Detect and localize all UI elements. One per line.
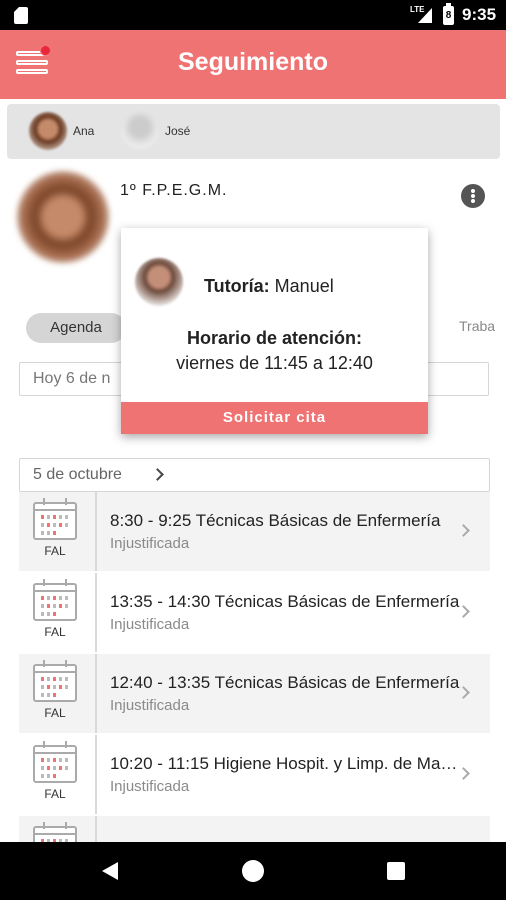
class-name: 1º F.P.E.G.M. — [120, 182, 228, 199]
divider — [95, 492, 97, 571]
list-item[interactable]: FAL 12:40 - 13:35 Técnicas Básicas de En… — [19, 654, 490, 733]
calendar-icon — [33, 660, 77, 702]
request-appointment-button[interactable]: Solicitar cita — [121, 402, 428, 434]
divider — [95, 573, 97, 652]
tutor-line: Tutoría: Manuel — [204, 276, 334, 297]
calendar-icon — [33, 498, 77, 540]
entry-status: Injustificada — [110, 535, 190, 552]
calendar-icon — [33, 822, 77, 842]
entry-tag: FAL — [44, 706, 66, 720]
entry-title: 13:35 - 14:30 Técnicas Básicas de Enferm… — [110, 592, 460, 611]
children-selector: Ana José — [7, 104, 500, 159]
entry-title: 8:30 - 9:25 Técnicas Básicas de Enfermer… — [110, 511, 441, 530]
divider — [95, 654, 97, 733]
divider — [95, 735, 97, 814]
tab-agenda[interactable]: Agenda — [26, 313, 126, 343]
tutor-avatar — [135, 258, 183, 306]
list-item[interactable]: FAL 13:35 - 14:30 Técnicas Básicas de En… — [19, 573, 490, 652]
signal-icon — [418, 8, 432, 23]
avatar — [29, 112, 67, 150]
student-avatar — [17, 171, 109, 263]
system-nav-bar — [0, 842, 506, 900]
home-icon[interactable] — [242, 860, 264, 882]
sim-card-icon — [14, 7, 28, 24]
absence-list: FAL 8:30 - 9:25 Técnicas Básicas de Enfe… — [19, 492, 490, 842]
battery-icon: 8 — [443, 3, 454, 25]
hours-title: Horario de atención: — [186, 328, 363, 348]
entry-status: Injustificada — [110, 697, 190, 714]
list-item[interactable]: FAL 10:20 - 11:15 Higiene Hospit. y Limp… — [19, 735, 490, 814]
more-options-icon[interactable] — [461, 184, 485, 208]
back-icon[interactable] — [102, 862, 118, 880]
status-bar: LTE 8 9:35 — [0, 0, 506, 30]
entry-tag: FAL — [44, 544, 66, 558]
entry-title: 10:20 - 11:15 Higiene Hospit. y Limp. de… — [110, 754, 462, 773]
entry-title: 12:40 - 13:35 Técnicas Básicas de Enferm… — [110, 673, 460, 692]
entry-tag: FAL — [44, 787, 66, 801]
chevron-right-icon — [151, 468, 164, 481]
list-item[interactable] — [19, 816, 490, 842]
day-label: 5 de octubre — [33, 466, 122, 483]
page-title: Seguimiento — [177, 48, 328, 76]
child-name: Ana — [73, 124, 95, 138]
tutor-name: Manuel — [274, 276, 334, 296]
office-hours: viernes de 11:45 a 12:40 — [176, 353, 373, 373]
avatar — [121, 112, 159, 150]
entry-status: Injustificada — [110, 778, 190, 795]
divider — [95, 816, 97, 842]
day-section-header[interactable]: 5 de octubre — [19, 458, 490, 492]
calendar-icon — [33, 741, 77, 783]
status-time: 9:35 — [462, 5, 497, 24]
calendar-icon — [33, 579, 77, 621]
tutor-label: Tutoría: — [204, 276, 270, 296]
tutor-popup: Tutoría: Manuel Horario de atención: vie… — [121, 228, 428, 434]
app-bar: Seguimiento — [0, 30, 506, 99]
tab-trabajos[interactable]: Traba — [459, 318, 495, 334]
child-name: José — [165, 124, 191, 138]
entry-tag: FAL — [44, 625, 66, 639]
recents-icon[interactable] — [387, 862, 405, 880]
list-item[interactable]: FAL 8:30 - 9:25 Técnicas Básicas de Enfe… — [19, 492, 490, 571]
entry-status: Injustificada — [110, 616, 190, 633]
